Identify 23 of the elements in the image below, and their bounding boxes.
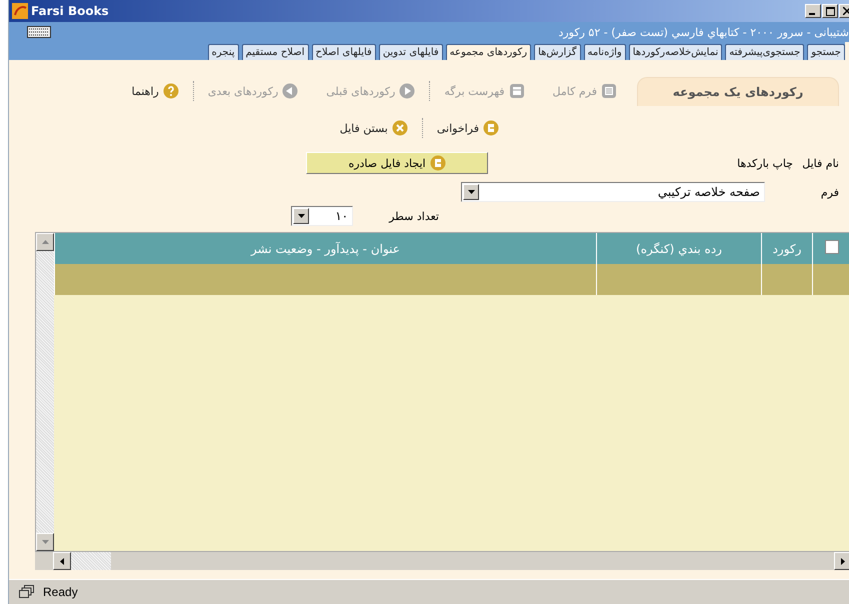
tab[interactable]: گزارش‌ها <box>534 44 581 60</box>
tab[interactable]: فایلهای تدوین <box>378 44 443 60</box>
tab[interactable]: جستجوی‌پیشرفته <box>725 44 804 60</box>
tab[interactable]: اصلاح مستقیم <box>242 44 309 60</box>
field-label: فرم <box>820 186 839 198</box>
toolbar-button[interactable]: فراخوانی <box>436 120 499 136</box>
tab[interactable]: فایلهای اصلاح <box>312 44 376 60</box>
tab[interactable]: واژه‌نامه <box>584 44 626 60</box>
window-title: Farsi Books <box>31 4 110 18</box>
export-button[interactable]: ایجاد فایل صادره <box>306 152 488 174</box>
tab[interactable]: رکوردهای مجموعه <box>446 44 532 60</box>
form-combo-box[interactable]: صفحه خلاصه ترکیبي <box>461 182 765 202</box>
tab[interactable]: نمایش‌خلاصه‌رکوردها <box>628 44 722 60</box>
tab[interactable]: جستجو <box>807 44 845 60</box>
tab[interactable]: پنجره <box>208 44 239 60</box>
toolbar-button[interactable]: بستن فایل <box>340 120 408 136</box>
toolbar-button[interactable]: راهنما <box>132 83 179 99</box>
field-label: نام فایل <box>801 156 839 170</box>
file-name-value: چاپ بارکدها <box>736 156 793 170</box>
status-text: Ready <box>43 585 78 599</box>
row-count-combo-box[interactable]: ۱۰ <box>291 206 354 226</box>
field-label: تعداد سطر <box>389 210 439 222</box>
info-text: شتیبانی - سرور ۲۰۰۰ - کتابهاي فارسي (تست صفر) - ۵۲ رکورد <box>558 26 849 38</box>
